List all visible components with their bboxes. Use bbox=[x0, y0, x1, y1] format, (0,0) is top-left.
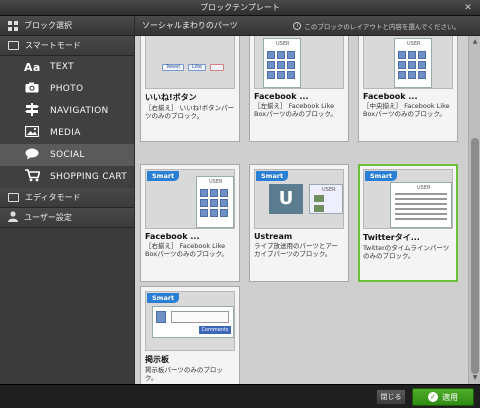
smart-mode-section[interactable]: スマートモード bbox=[0, 36, 134, 56]
scrollbar-thumb[interactable] bbox=[471, 138, 479, 374]
speech-bubble-icon bbox=[24, 148, 40, 163]
main-header-title: ソーシャルまわりのパーツ bbox=[142, 21, 238, 30]
cart-icon bbox=[24, 169, 41, 185]
apply-label: 適用 bbox=[442, 392, 458, 402]
sidebar-item-label: SOCIAL bbox=[50, 150, 85, 160]
user-label: USER bbox=[276, 41, 290, 47]
card-title: Facebook ... bbox=[254, 92, 309, 101]
title-bar: ブロックテンプレート ✕ bbox=[0, 0, 480, 16]
signpost-icon bbox=[24, 103, 40, 119]
template-card[interactable]: Smart Comments 掲示板 掲示板パーツのみのブロック。 bbox=[140, 286, 240, 384]
template-card[interactable]: Smart U USER Ustream ライブ放送用のパーツとアーカイブパーツ… bbox=[249, 164, 349, 282]
card-thumbnail: Smart USER bbox=[145, 169, 235, 229]
user-label: USER bbox=[322, 187, 336, 193]
card-title: Ustream bbox=[254, 232, 293, 241]
sidebar: ブロック選択 スマートモード Aa TEXT PHOTO NAVIGATION bbox=[0, 16, 134, 384]
main-panel: ソーシャルまわりのパーツ i このブロックのレイアウトと内容を選んでください。 … bbox=[135, 16, 480, 384]
footer-bar: 閉じる ✓ 適用 bbox=[0, 384, 480, 408]
sidebar-item-navigation[interactable]: NAVIGATION bbox=[0, 100, 134, 122]
plus-button-preview bbox=[210, 64, 224, 71]
main-header: ソーシャルまわりのパーツ i このブロックのレイアウトと内容を選んでください。 bbox=[135, 16, 480, 36]
sidebar-item-label: TEXT bbox=[50, 62, 74, 72]
user-settings-label: ユーザー設定 bbox=[24, 213, 72, 222]
scroll-up-icon[interactable]: ▲ bbox=[471, 38, 479, 46]
template-card[interactable]: Tweet Like いいね!ボタン ［右揃え］ いいね!ボタンパーツのみのブロ… bbox=[140, 36, 240, 142]
template-card[interactable]: USER Facebook ... ［中央揃え］ Facebook Like B… bbox=[358, 36, 458, 142]
sidebar-item-label: SHOPPING CART bbox=[50, 172, 128, 182]
hint-text: i このブロックのレイアウトと内容を選んでください。 bbox=[293, 21, 460, 31]
sidebar-item-label: MEDIA bbox=[50, 128, 81, 138]
fb-likebox-preview: USER bbox=[394, 38, 432, 88]
smart-badge: Smart bbox=[147, 293, 180, 303]
sidebar-header-label: ブロック選択 bbox=[24, 21, 72, 30]
template-card-selected[interactable]: Smart USER Twitterタイ... Twitterのタイムラインパー… bbox=[358, 164, 458, 282]
card-thumbnail: Smart U USER bbox=[254, 169, 344, 229]
user-label: USER bbox=[417, 185, 431, 191]
card-thumbnail: USER bbox=[363, 36, 453, 89]
editor-mode-section[interactable]: エディタモード bbox=[0, 188, 134, 208]
check-icon: ✓ bbox=[428, 392, 438, 402]
editor-mode-icon bbox=[8, 193, 19, 202]
sidebar-item-social[interactable]: SOCIAL bbox=[0, 144, 134, 166]
card-title: Facebook ... bbox=[145, 232, 200, 241]
smart-badge: Smart bbox=[256, 171, 289, 181]
card-grid: Tweet Like いいね!ボタン ［右揃え］ いいね!ボタンパーツのみのブロ… bbox=[135, 36, 468, 384]
ustream-logo-preview: U bbox=[269, 184, 303, 214]
card-description: ［左揃え］ Facebook Like Boxパーツのみのブロック。 bbox=[254, 102, 337, 118]
block-template-window: ブロックテンプレート ✕ ブロック選択 スマートモード Aa TEXT PHOT… bbox=[0, 0, 480, 408]
sidebar-item-text[interactable]: Aa TEXT bbox=[0, 56, 134, 78]
template-card[interactable]: Smart USER Facebook ... ［右揃え］ Facebook L… bbox=[140, 164, 240, 282]
card-thumbnail: USER bbox=[254, 36, 344, 89]
card-description: ［右揃え］ いいね!ボタンパーツのみのブロック。 bbox=[145, 104, 235, 120]
fb-likebox-preview: USER bbox=[263, 38, 301, 88]
sidebar-item-label: NAVIGATION bbox=[50, 106, 109, 116]
grid-icon bbox=[8, 20, 18, 31]
user-label: USER bbox=[209, 179, 223, 185]
tweet-button-preview: Tweet bbox=[162, 64, 184, 71]
smart-mode-icon bbox=[8, 41, 19, 50]
smart-badge: Smart bbox=[365, 171, 398, 181]
category-list: Aa TEXT PHOTO NAVIGATION MEDIA SOCIAL SH… bbox=[0, 56, 134, 188]
card-description: Twitterのタイムラインパーツのみのブロック。 bbox=[363, 244, 450, 260]
smart-mode-label: スマートモード bbox=[25, 41, 81, 50]
card-description: 掲示板パーツのみのブロック。 bbox=[145, 366, 223, 382]
sidebar-item-shopping-cart[interactable]: SHOPPING CART bbox=[0, 166, 134, 188]
twitter-timeline-preview: USER bbox=[390, 182, 452, 228]
user-label: USER bbox=[407, 41, 421, 47]
fb-likebox-preview: USER bbox=[196, 176, 234, 228]
sidebar-item-photo[interactable]: PHOTO bbox=[0, 78, 134, 100]
card-description: ［右揃え］ Facebook Like Boxパーツのみのブロック。 bbox=[145, 242, 228, 258]
comments-button-preview: Comments bbox=[199, 326, 231, 334]
user-icon bbox=[8, 211, 18, 224]
card-title: 掲示板 bbox=[145, 355, 169, 364]
info-icon: i bbox=[293, 21, 302, 30]
like-button-preview: Like bbox=[188, 64, 206, 71]
hint-label: このブロックのレイアウトと内容を選んでください。 bbox=[304, 22, 460, 31]
card-thumbnail: Tweet Like bbox=[145, 36, 235, 89]
template-card[interactable]: USER Facebook ... ［左揃え］ Facebook Like Bo… bbox=[249, 36, 349, 142]
scroll-down-icon[interactable]: ▼ bbox=[471, 374, 479, 382]
image-icon bbox=[24, 125, 40, 140]
board-preview: Comments bbox=[152, 306, 234, 338]
sidebar-header: ブロック選択 bbox=[0, 16, 134, 36]
close-button[interactable]: 閉じる bbox=[376, 389, 406, 405]
card-title: いいね!ボタン bbox=[145, 93, 197, 102]
card-description: ［中央揃え］ Facebook Like Boxパーツのみのブロック。 bbox=[363, 102, 450, 118]
card-title: Twitterタイ... bbox=[363, 233, 420, 242]
smart-badge: Smart bbox=[147, 171, 180, 181]
window-title: ブロックテンプレート bbox=[200, 3, 280, 12]
vertical-scrollbar[interactable]: ▲ ▼ bbox=[468, 36, 480, 384]
card-thumbnail: Smart Comments bbox=[145, 291, 235, 351]
user-settings-section[interactable]: ユーザー設定 bbox=[0, 208, 134, 228]
card-title: Facebook ... bbox=[363, 92, 418, 101]
card-description: ライブ放送用のパーツとアーカイブパーツのブロック。 bbox=[254, 242, 338, 258]
apply-button[interactable]: ✓ 適用 bbox=[412, 388, 474, 406]
sidebar-item-label: PHOTO bbox=[50, 84, 84, 94]
sidebar-item-media[interactable]: MEDIA bbox=[0, 122, 134, 144]
camera-icon bbox=[24, 82, 40, 96]
text-icon: Aa bbox=[24, 60, 41, 74]
editor-mode-label: エディタモード bbox=[25, 193, 81, 202]
close-icon[interactable]: ✕ bbox=[462, 2, 474, 14]
card-thumbnail: Smart USER bbox=[363, 169, 453, 229]
